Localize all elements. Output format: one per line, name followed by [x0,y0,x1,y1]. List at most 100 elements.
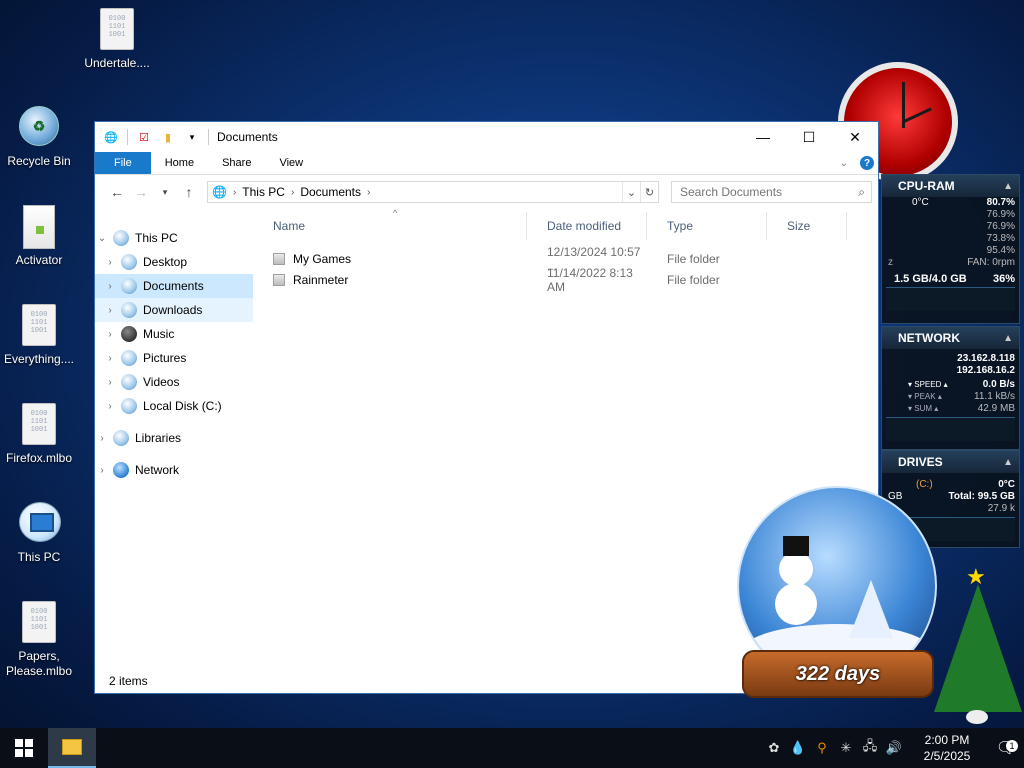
tray-app-icon[interactable]: ✿ [762,740,786,756]
column-type[interactable]: Type [647,212,767,240]
binary-file-icon: 0100 1101 1001 [22,304,56,346]
tab-view[interactable]: View [265,152,317,174]
column-name[interactable]: Name [253,212,527,240]
fan-label: z [888,257,893,268]
cpu-temp: 0°C [912,197,929,208]
title-bar[interactable]: 🌐 ☑ ▮ ▾ Documents — ☐ ✕ [95,122,878,152]
collapse-icon[interactable]: ▲ [1003,333,1013,344]
column-date-modified[interactable]: Date modified [527,212,647,240]
chevron-right-icon[interactable]: › [103,257,117,268]
nav-item-pictures[interactable]: › Pictures [95,346,253,370]
speed-label: SPEED [914,380,942,389]
collapse-icon[interactable]: ▲ [1003,457,1013,468]
breadcrumb-this-pc[interactable]: This PC [242,185,285,199]
minimize-button[interactable]: — [740,122,786,152]
refresh-icon[interactable]: ↻ [640,182,658,202]
nav-item-music[interactable]: › Music [95,322,253,346]
chevron-right-icon[interactable]: › [367,187,370,198]
maximize-button[interactable]: ☐ [786,122,832,152]
chevron-down-icon[interactable]: ▾ [184,129,200,145]
ribbon-tabs: File Home Share View ⌄ ? [95,152,878,175]
expand-ribbon-icon[interactable]: ⌄ [840,158,848,169]
desktop-icon-firefox[interactable]: 0100 1101 1001 Firefox.mlbo [0,403,79,466]
nav-item-downloads[interactable]: › Downloads [95,298,253,322]
address-row: ← → ▾ ↑ 🌐 › This PC › Documents › ⌄ ↻ Se… [95,175,878,209]
breadcrumb-documents[interactable]: Documents [300,185,361,199]
action-center-button[interactable]: 🗨 1 [988,738,1024,758]
search-input[interactable]: Search Documents ⌕ [671,181,872,203]
chevron-right-icon[interactable]: › [291,187,294,198]
nav-item-local-disk[interactable]: › Local Disk (C:) [95,394,253,418]
nav-item-desktop[interactable]: › Desktop [95,250,253,274]
folder-icon [62,739,82,755]
desktop-icon-this-pc[interactable]: This PC [0,502,79,565]
this-pc-icon: 🌐 [212,185,227,199]
address-bar[interactable]: 🌐 › This PC › Documents › ⌄ ↻ [207,181,659,203]
windows-logo-icon [15,739,33,757]
desktop-icon-undertale[interactable]: 0100 1101 1001 Undertale.... [77,8,157,71]
taskbar-clock[interactable]: 2:00 PM 2/5/2025 [912,732,982,764]
collapse-icon[interactable]: ▲ [1003,181,1013,192]
public-ip: 23.162.8.118 [957,353,1015,364]
chevron-right-icon[interactable]: › [103,353,117,364]
chevron-right-icon[interactable]: › [103,401,117,412]
properties-icon[interactable]: ☑ [136,129,152,145]
file-type: File folder [667,272,720,287]
nav-item-this-pc[interactable]: ⌄ This PC [95,226,253,250]
desktop-icon-activator[interactable]: Activator [0,205,79,268]
application-icon [23,205,55,249]
start-button[interactable] [0,728,48,768]
taskbar-file-explorer[interactable] [48,728,96,768]
column-size[interactable]: Size [767,212,847,240]
snowflake-icon[interactable]: ✳ [834,740,858,756]
chevron-right-icon[interactable]: › [103,281,117,292]
address-dropdown-icon[interactable]: ⌄ [622,182,640,202]
back-arrow-icon[interactable]: ← [105,184,129,200]
droplet-icon[interactable]: 💧 [786,740,810,756]
desktop-icon-papers-please[interactable]: 0100 1101 1001 Papers, Please.mlbo [0,601,79,679]
sum-label: SUM [914,404,933,413]
recent-locations-chevron-icon[interactable]: ▾ [153,187,177,198]
music-folder-icon [121,326,137,342]
nav-item-videos[interactable]: › Videos [95,370,253,394]
nav-item-network[interactable]: › Network [95,458,253,482]
search-icon[interactable]: ⌕ [858,185,865,200]
status-bar-item-count: 2 items [109,674,148,688]
desktop-icon-recycle-bin[interactable]: ♻ Recycle Bin [0,106,79,169]
desktop-icon-label: Recycle Bin [7,154,71,168]
help-icon[interactable]: ? [860,156,874,170]
tab-home[interactable]: Home [151,152,208,174]
desktop-icon-everything[interactable]: 0100 1101 1001 Everything.... [0,304,79,367]
star-icon: ★ [966,564,986,589]
cpu-core-2: 76.9% [986,209,1015,220]
forward-arrow-icon[interactable]: → [129,184,153,200]
tab-file[interactable]: File [95,152,151,174]
expanded-chevron-icon[interactable]: ⌄ [95,233,109,244]
nav-label: Network [135,463,180,477]
table-row[interactable]: Rainmeter 11/14/2022 8:13 AM File folder [253,266,878,294]
volume-icon[interactable]: 🔊 [882,740,906,756]
up-arrow-icon[interactable]: ↑ [177,184,201,200]
christmas-tree-icon [934,584,1022,712]
nav-label: Desktop [143,255,188,269]
this-pc-icon[interactable]: 🌐 [103,129,119,145]
chevron-right-icon[interactable]: › [103,377,117,388]
fan-speed: FAN: 0rpm [967,257,1015,268]
chevron-right-icon[interactable]: › [103,329,117,340]
nav-item-libraries[interactable]: › Libraries [95,426,253,450]
close-button[interactable]: ✕ [832,122,878,152]
nav-label: Libraries [135,431,182,445]
sort-up-icon: ^ [393,208,398,218]
ram-usage: 1.5 GB/4.0 GB [894,273,967,285]
chevron-right-icon[interactable]: › [103,305,117,316]
search-tray-icon[interactable]: ⚲ [810,740,834,756]
binary-file-icon: 0100 1101 1001 [22,601,56,643]
new-folder-icon[interactable]: ▮ [160,129,176,145]
chevron-right-icon[interactable]: › [95,433,109,444]
nav-item-documents[interactable]: › Documents [95,274,253,298]
network-icon[interactable]: 🖧 [858,737,882,759]
tab-share[interactable]: Share [208,152,265,174]
chevron-right-icon[interactable]: › [233,187,236,198]
column-headers: ^ Name Date modified Type Size [253,208,878,240]
chevron-right-icon[interactable]: › [95,465,109,476]
